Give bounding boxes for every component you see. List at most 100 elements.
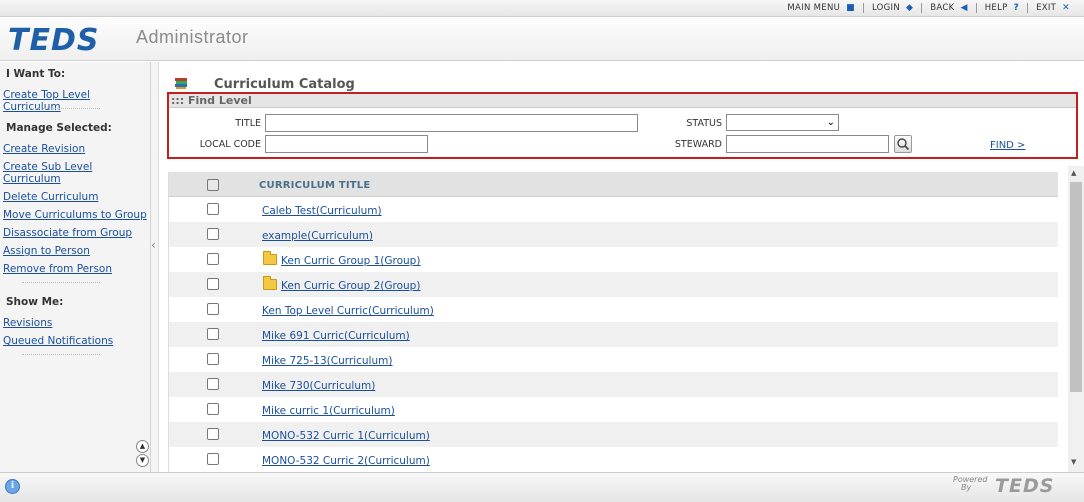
table-row: Mike 725-13(Curriculum) [169,347,1058,372]
table-row: Caleb Test(Curriculum) [169,197,1058,222]
sidebar-collapse-handle[interactable]: ‹ [151,62,159,472]
close-icon: ✕ [1062,3,1070,13]
table-row: Ken Top Level Curric(Curriculum) [169,297,1058,322]
chevron-left-icon: ‹ [151,238,156,252]
table-row: Ken Curric Group 1(Group) [169,247,1058,272]
curriculum-title-link[interactable]: MONO-532 Curric 2(Curriculum) [262,455,430,467]
help-label: HELP [984,3,1008,13]
table-row: Mike 730(Curriculum) [169,372,1058,397]
page-title: Curriculum Catalog [214,77,355,92]
table-row: example(Curriculum) [169,222,1058,247]
curriculum-title-link[interactable]: Ken Curric Group 2(Group) [281,280,420,292]
back-label: BACK [930,3,955,13]
header: TEDS Administrator [0,17,1084,61]
main-content: Curriculum Catalog ::: Find Level TITLE … [160,62,1084,472]
create-revision-link[interactable]: Create Revision [3,143,149,155]
local-code-label: LOCAL CODE [199,139,261,150]
top-bar: MAIN MENU ■ LOGIN ◆ BACK ◀ HELP? EXIT ✕ [0,0,1084,17]
scroll-up-icon[interactable]: ▲ [136,440,149,453]
curriculum-title-link[interactable]: MONO-532 Curric 1(Curriculum) [262,430,430,442]
back-link[interactable]: BACK ◀ [922,3,975,13]
row-checkbox[interactable] [207,428,219,440]
steward-input[interactable] [726,135,889,153]
steward-search-button[interactable] [894,135,912,153]
login-link[interactable]: LOGIN ◆ [864,3,921,13]
row-checkbox[interactable] [207,253,219,265]
queued-notifications-link[interactable]: Queued Notifications [3,335,149,347]
find-link[interactable]: FIND > [990,140,1025,151]
disassociate-group-link[interactable]: Disassociate from Group [3,227,149,239]
create-top-level-link[interactable]: Create Top Level Curriculum [3,89,149,113]
scroll-down-icon[interactable]: ▼ [136,454,149,467]
curriculum-title-link[interactable]: Mike 691 Curric(Curriculum) [262,330,410,342]
main-menu-label: MAIN MENU [787,3,841,13]
status-label: STATUS [686,118,722,129]
login-label: LOGIN [871,3,901,13]
find-level-panel: ::: Find Level TITLE LOCAL CODE STATUS ⌄… [167,92,1078,159]
table-row: MONO-532 Curric 1(Curriculum) [169,422,1058,447]
footer: i Powered By TEDS [0,472,1084,502]
steward-label: STEWARD [674,139,722,150]
table-row: Ken Curric Group 2(Group) [169,272,1058,297]
select-all-checkbox[interactable] [207,179,219,191]
assign-person-link[interactable]: Assign to Person [3,245,149,257]
delete-curriculum-link[interactable]: Delete Curriculum [3,191,149,203]
table-row: Mike 691 Curric(Curriculum) [169,322,1058,347]
search-icon [897,138,910,151]
row-checkbox[interactable] [207,378,219,390]
title-label: TITLE [235,118,261,129]
divider [22,108,100,109]
row-checkbox[interactable] [207,403,219,415]
move-to-group-link[interactable]: Move Curriculums to Group [3,209,149,221]
row-checkbox[interactable] [207,203,219,215]
main-menu-link[interactable]: MAIN MENU ■ [779,3,863,13]
curriculum-title-link[interactable]: example(Curriculum) [262,230,373,242]
local-code-input[interactable] [265,135,428,153]
title-input[interactable] [265,114,638,132]
by-text: By [961,483,972,492]
question-icon: ? [1013,3,1020,13]
curriculum-title-link[interactable]: Caleb Test(Curriculum) [262,205,382,217]
sidebar: I Want To: Create Top Level Curriculum M… [0,62,151,472]
folder-icon [263,251,277,265]
divider [22,354,100,355]
row-checkbox[interactable] [207,453,219,465]
i-want-to-heading: I Want To: [6,68,66,80]
help-link[interactable]: HELP? [977,3,1027,13]
footer-teds-logo: TEDS [995,475,1055,497]
exit-link[interactable]: EXIT ✕ [1028,3,1078,13]
curriculum-title-link[interactable]: Mike 730(Curriculum) [262,380,375,392]
exit-label: EXIT [1036,3,1057,13]
table-row: MONO-532 Curric 2(Curriculum) [169,447,1058,472]
scroll-up-icon[interactable]: ▲ [1071,169,1076,177]
square-icon: ■ [846,3,855,13]
row-checkbox[interactable] [207,228,219,240]
curriculum-title-link[interactable]: Mike 725-13(Curriculum) [262,355,392,367]
scroll-down-icon[interactable]: ▼ [1071,458,1076,466]
revisions-link[interactable]: Revisions [3,317,149,329]
find-level-header: ::: Find Level [169,94,1076,108]
curriculum-table: CURRICULUM TITLE Caleb Test(Curriculum) e… [168,172,1058,472]
row-checkbox[interactable] [207,353,219,365]
show-me-heading: Show Me: [6,296,64,308]
table-body: Caleb Test(Curriculum) example(Curriculum… [169,197,1058,472]
scrollbar-thumb[interactable] [1070,182,1082,392]
top-nav: MAIN MENU ■ LOGIN ◆ BACK ◀ HELP? EXIT ✕ [779,3,1078,13]
create-sub-level-link[interactable]: Create Sub Level Curriculum [3,161,98,185]
table-row: Mike curric 1(Curriculum) [169,397,1058,422]
folder-icon [263,276,277,290]
row-checkbox[interactable] [207,303,219,315]
app-subtitle: Administrator [136,27,249,47]
curriculum-title-link[interactable]: Ken Curric Group 1(Group) [281,255,420,267]
info-icon[interactable]: i [5,479,20,494]
remove-person-link[interactable]: Remove from Person [3,263,149,275]
books-icon [175,78,187,89]
vertical-scrollbar[interactable]: ▲ ▼ [1068,166,1084,472]
teds-logo: TEDS [8,23,100,58]
row-checkbox[interactable] [207,328,219,340]
row-checkbox[interactable] [207,278,219,290]
status-select[interactable]: ⌄ [726,114,839,131]
curriculum-title-link[interactable]: Ken Top Level Curric(Curriculum) [262,305,434,317]
curriculum-title-link[interactable]: Mike curric 1(Curriculum) [262,405,395,417]
table-header: CURRICULUM TITLE [169,172,1058,197]
